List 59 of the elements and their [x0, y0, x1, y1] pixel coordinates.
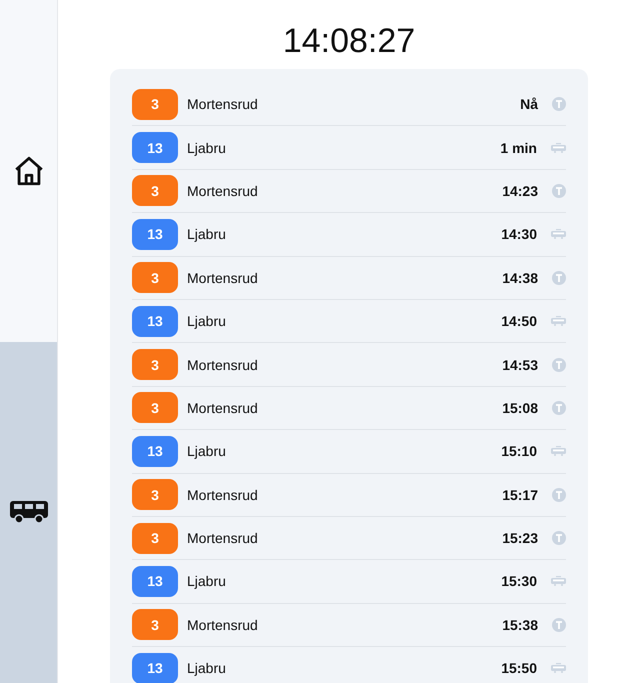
line-badge: 3 [132, 175, 178, 206]
metro-icon [552, 270, 566, 285]
departure-time: 15:38 [502, 616, 538, 633]
line-badge: 13 [132, 306, 178, 337]
destination: Mortensrud [187, 486, 259, 503]
line-badge: 13 [132, 566, 178, 597]
line-badge: 3 [132, 392, 178, 424]
metro-icon [552, 400, 566, 415]
sidebar-item[interactable] [0, 342, 57, 683]
metro-icon [552, 358, 566, 372]
destination: Mortensrud [187, 616, 259, 633]
metro-icon [552, 488, 566, 502]
departure-time: 1 min [500, 140, 537, 156]
line-badge: 3 [132, 262, 178, 294]
destination: Ljabru [187, 443, 227, 460]
destination: Mortensrud [187, 270, 259, 286]
departure-time: 14:23 [502, 182, 538, 199]
departure-time: 15:50 [501, 660, 537, 676]
metro-icon [552, 531, 566, 546]
tram-icon [551, 663, 566, 674]
metro-icon [552, 184, 566, 198]
destination: Ljabru [187, 573, 227, 590]
departure-time: 15:17 [502, 486, 538, 503]
destination: Mortensrud [187, 356, 259, 373]
departure-time: 14:50 [501, 313, 537, 330]
line-badge: 3 [132, 349, 178, 380]
departure-time: 14:53 [502, 356, 538, 373]
line-badge: 3 [132, 609, 178, 640]
destination: Mortensrud [187, 530, 259, 546]
tram-icon [551, 446, 566, 456]
destination: Ljabru [187, 660, 227, 676]
departure-time: 15:30 [501, 573, 537, 590]
line-badge: 3 [132, 88, 178, 120]
line-badge: 13 [132, 218, 178, 250]
metro-icon [552, 618, 566, 632]
departure-time: 14:38 [502, 270, 538, 286]
tram-icon [551, 316, 566, 326]
line-badge: 13 [132, 132, 178, 164]
tram-icon [551, 142, 566, 153]
departure-time: 14:30 [501, 226, 537, 242]
departure-time: 15:08 [502, 400, 538, 416]
tram-icon [551, 229, 566, 240]
line-badge: 3 [132, 522, 178, 554]
departure-time: 15:10 [501, 443, 537, 460]
bus-icon [10, 500, 48, 524]
line-badge: 13 [132, 436, 178, 467]
tram-icon [551, 576, 566, 586]
destination: Mortensrud [187, 400, 259, 416]
metro-icon [552, 97, 566, 112]
line-badge: 3 [132, 479, 178, 510]
departure-time: 15:23 [502, 530, 538, 546]
destination: Ljabru [187, 140, 227, 156]
destination: Ljabru [187, 313, 227, 330]
clock-time: 14:08:27 [282, 21, 416, 61]
departure-time: Nå [520, 96, 538, 112]
destination: Mortensrud [187, 182, 259, 199]
destination: Mortensrud [187, 96, 259, 112]
destination: Ljabru [187, 226, 227, 242]
line-badge: 13 [132, 652, 178, 683]
